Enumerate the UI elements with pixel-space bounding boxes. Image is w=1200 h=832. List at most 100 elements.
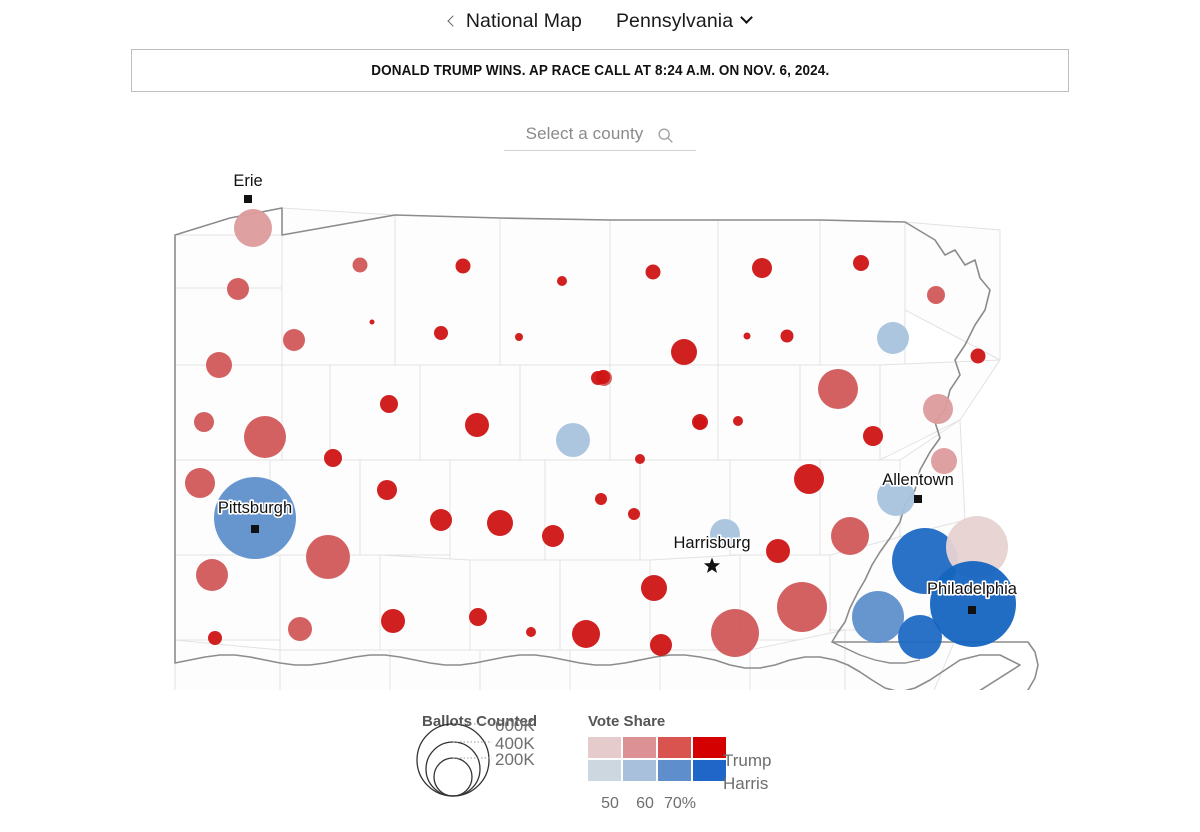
county-circle[interactable] <box>831 517 869 555</box>
county-circle[interactable] <box>542 525 564 547</box>
county-circle[interactable] <box>455 258 471 274</box>
trump-color-swatch <box>588 737 621 758</box>
city-label: Philadelphia <box>927 580 1018 598</box>
race-call-banner: DONALD TRUMP WINS. AP RACE CALL AT 8:24 … <box>131 49 1069 92</box>
vote-share-tick-label: 70% <box>664 795 696 812</box>
search-icon <box>658 127 673 143</box>
city-label: Erie <box>233 172 262 190</box>
county-circle[interactable] <box>641 575 667 601</box>
county-circle[interactable] <box>628 508 640 520</box>
county-circle[interactable] <box>469 608 487 626</box>
county-circle[interactable] <box>923 394 953 424</box>
back-link-label: National Map <box>465 10 582 32</box>
trump-color-swatch <box>658 737 691 758</box>
county-circle[interactable] <box>306 535 350 579</box>
trump-color-swatch <box>693 737 726 758</box>
map-legend: Ballots Counted 600K 400K 200K Vote Share … <box>0 700 1200 832</box>
map-svg: Erie Pittsburgh Harrisburg Allentown Philade… <box>174 170 1039 690</box>
ballots-legend-circle <box>433 757 473 797</box>
vote-share-legend-title: Vote Share <box>588 713 665 730</box>
county-circle[interactable] <box>352 257 368 273</box>
county-circle[interactable] <box>711 609 759 657</box>
county-circle[interactable] <box>381 609 405 633</box>
harris-color-swatch <box>658 760 691 781</box>
state-selector-label: Pennsylvania <box>615 10 734 32</box>
county-circle[interactable] <box>743 332 751 340</box>
vote-share-tick-label: 50 <box>601 795 619 812</box>
county-circle[interactable] <box>526 627 536 637</box>
county-circle[interactable] <box>752 258 772 278</box>
county-circle[interactable] <box>853 255 869 271</box>
city-square-marker <box>968 606 976 614</box>
county-circle[interactable] <box>818 369 858 409</box>
city-square-marker <box>914 495 922 503</box>
county-circle[interactable] <box>863 426 883 446</box>
chevron-left-icon <box>447 14 459 27</box>
county-circle[interactable] <box>671 339 697 365</box>
county-circle[interactable] <box>877 322 909 354</box>
county-circle[interactable] <box>185 468 215 498</box>
city-label: Pittsburgh <box>218 499 292 517</box>
county-circle[interactable] <box>970 348 986 364</box>
county-circle[interactable] <box>434 326 448 340</box>
legend-svg: Ballots Counted 600K400K200K Vote Share … <box>416 713 772 812</box>
top-navigation: National Map Pennsylvania <box>0 0 1200 43</box>
county-circle[interactable] <box>288 617 312 641</box>
ballots-legend-value: 200K <box>495 750 535 769</box>
city-label: Harrisburg <box>673 534 750 552</box>
county-circle[interactable] <box>234 209 272 247</box>
vote-share-ticks: 50 60 70% <box>601 795 696 812</box>
city-label: Allentown <box>882 471 954 489</box>
race-call-text: DONALD TRUMP WINS. AP RACE CALL AT 8:24 … <box>370 62 830 79</box>
city-square-marker <box>251 525 259 533</box>
county-circle[interactable] <box>777 582 827 632</box>
county-circle[interactable] <box>196 559 228 591</box>
harris-color-swatch <box>623 760 656 781</box>
county-circle[interactable] <box>692 414 708 430</box>
ballots-legend-value: 600K <box>495 716 535 735</box>
county-search-field[interactable]: Select a county <box>504 118 696 151</box>
harris-color-swatch <box>588 760 621 781</box>
harris-color-swatch <box>693 760 726 781</box>
county-circle[interactable] <box>733 416 743 426</box>
county-circle[interactable] <box>927 286 945 304</box>
county-circle[interactable] <box>794 464 824 494</box>
harris-legend-label: Harris <box>723 774 768 793</box>
county-circle[interactable] <box>283 329 305 351</box>
county-circle[interactable] <box>227 278 249 300</box>
trump-color-swatch <box>623 737 656 758</box>
county-circle[interactable] <box>430 509 452 531</box>
county-circle[interactable] <box>214 477 296 559</box>
county-circle[interactable] <box>557 276 567 286</box>
county-circle[interactable] <box>780 329 794 343</box>
state-selector-dropdown[interactable]: Pennsylvania <box>615 10 754 33</box>
vote-share-swatches <box>588 737 726 781</box>
county-circle[interactable] <box>591 371 605 385</box>
county-circle[interactable] <box>852 591 904 643</box>
county-circle[interactable] <box>244 416 286 458</box>
county-circle[interactable] <box>380 395 398 413</box>
county-map[interactable]: Erie Pittsburgh Harrisburg Allentown Philade… <box>0 160 1200 690</box>
election-map-page: National Map Pennsylvania DONALD TRUMP W… <box>0 0 1200 832</box>
county-circle[interactable] <box>645 264 661 280</box>
county-circle[interactable] <box>556 423 590 457</box>
county-circle[interactable] <box>194 412 214 432</box>
county-circle[interactable] <box>465 413 489 437</box>
county-circle[interactable] <box>930 561 1016 647</box>
back-to-national-map-link[interactable]: National Map <box>447 10 582 33</box>
county-circle[interactable] <box>515 333 523 341</box>
county-circle[interactable] <box>208 631 222 645</box>
county-circle[interactable] <box>369 319 375 325</box>
county-circle[interactable] <box>766 539 790 563</box>
county-circle[interactable] <box>377 480 397 500</box>
city-square-marker <box>244 195 252 203</box>
county-circle[interactable] <box>324 449 342 467</box>
county-circle[interactable] <box>487 510 513 536</box>
county-circle[interactable] <box>595 493 607 505</box>
ballots-legend-circle <box>425 741 481 797</box>
county-circle[interactable] <box>635 454 645 464</box>
county-circle[interactable] <box>206 352 232 378</box>
county-circle[interactable] <box>650 634 672 656</box>
county-search-placeholder: Select a county <box>525 124 644 143</box>
county-circle[interactable] <box>572 620 600 648</box>
